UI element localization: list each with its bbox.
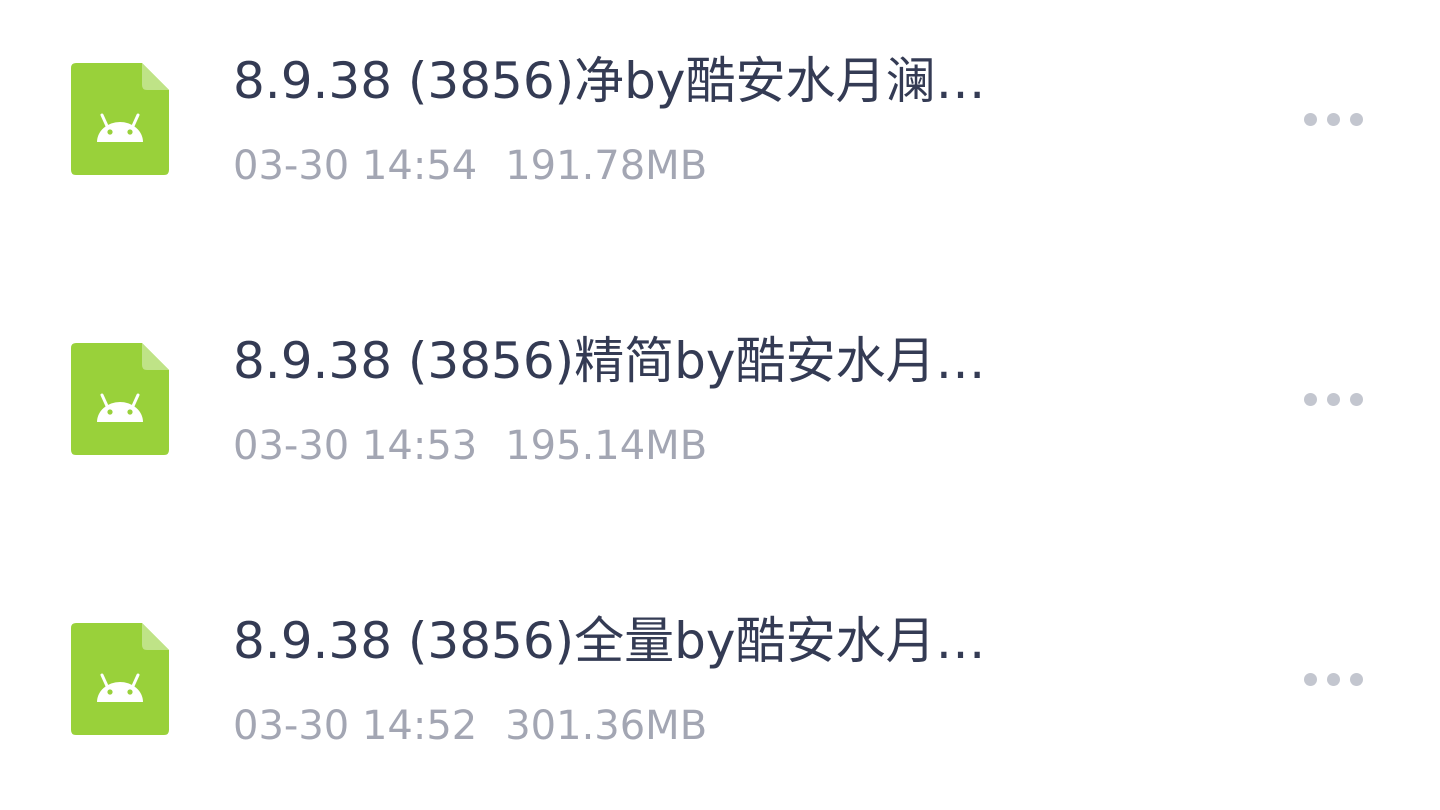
android-apk-file-icon: [71, 623, 169, 735]
more-horizontal-icon: [1303, 112, 1317, 126]
file-size: 191.78MB: [505, 143, 708, 189]
file-size: 301.36MB: [505, 703, 708, 749]
file-row[interactable]: 8.9.38 (3856)精简by酷安水月… 03-30 14:53 195.14…: [0, 280, 1440, 560]
more-horizontal-icon: [1303, 672, 1317, 686]
file-size: 195.14MB: [505, 423, 708, 469]
more-options-button[interactable]: [1290, 378, 1376, 420]
more-options-button[interactable]: [1290, 658, 1376, 700]
file-row[interactable]: 8.9.38 (3856)净by酷安水月澜… 03-30 14:54 191.78…: [0, 0, 1440, 280]
file-row[interactable]: 8.9.38 (3856)全量by酷安水月… 03-30 14:52 301.36…: [0, 560, 1440, 810]
file-meta: 03-30 14:53 195.14MB: [233, 422, 707, 470]
more-horizontal-icon: [1303, 392, 1317, 406]
file-list: 8.9.38 (3856)净by酷安水月澜… 03-30 14:54 191.78…: [0, 0, 1440, 810]
android-apk-file-icon: [71, 343, 169, 455]
file-date: 03-30 14:52: [233, 703, 478, 749]
file-date: 03-30 14:53: [233, 423, 478, 469]
file-name: 8.9.38 (3856)全量by酷安水月…: [233, 612, 986, 670]
more-options-button[interactable]: [1290, 98, 1376, 140]
file-name: 8.9.38 (3856)净by酷安水月澜…: [233, 52, 986, 110]
android-apk-file-icon: [71, 63, 169, 175]
file-meta: 03-30 14:52 301.36MB: [233, 702, 707, 750]
file-name: 8.9.38 (3856)精简by酷安水月…: [233, 332, 986, 390]
file-date: 03-30 14:54: [233, 143, 478, 189]
file-meta: 03-30 14:54 191.78MB: [233, 142, 707, 190]
